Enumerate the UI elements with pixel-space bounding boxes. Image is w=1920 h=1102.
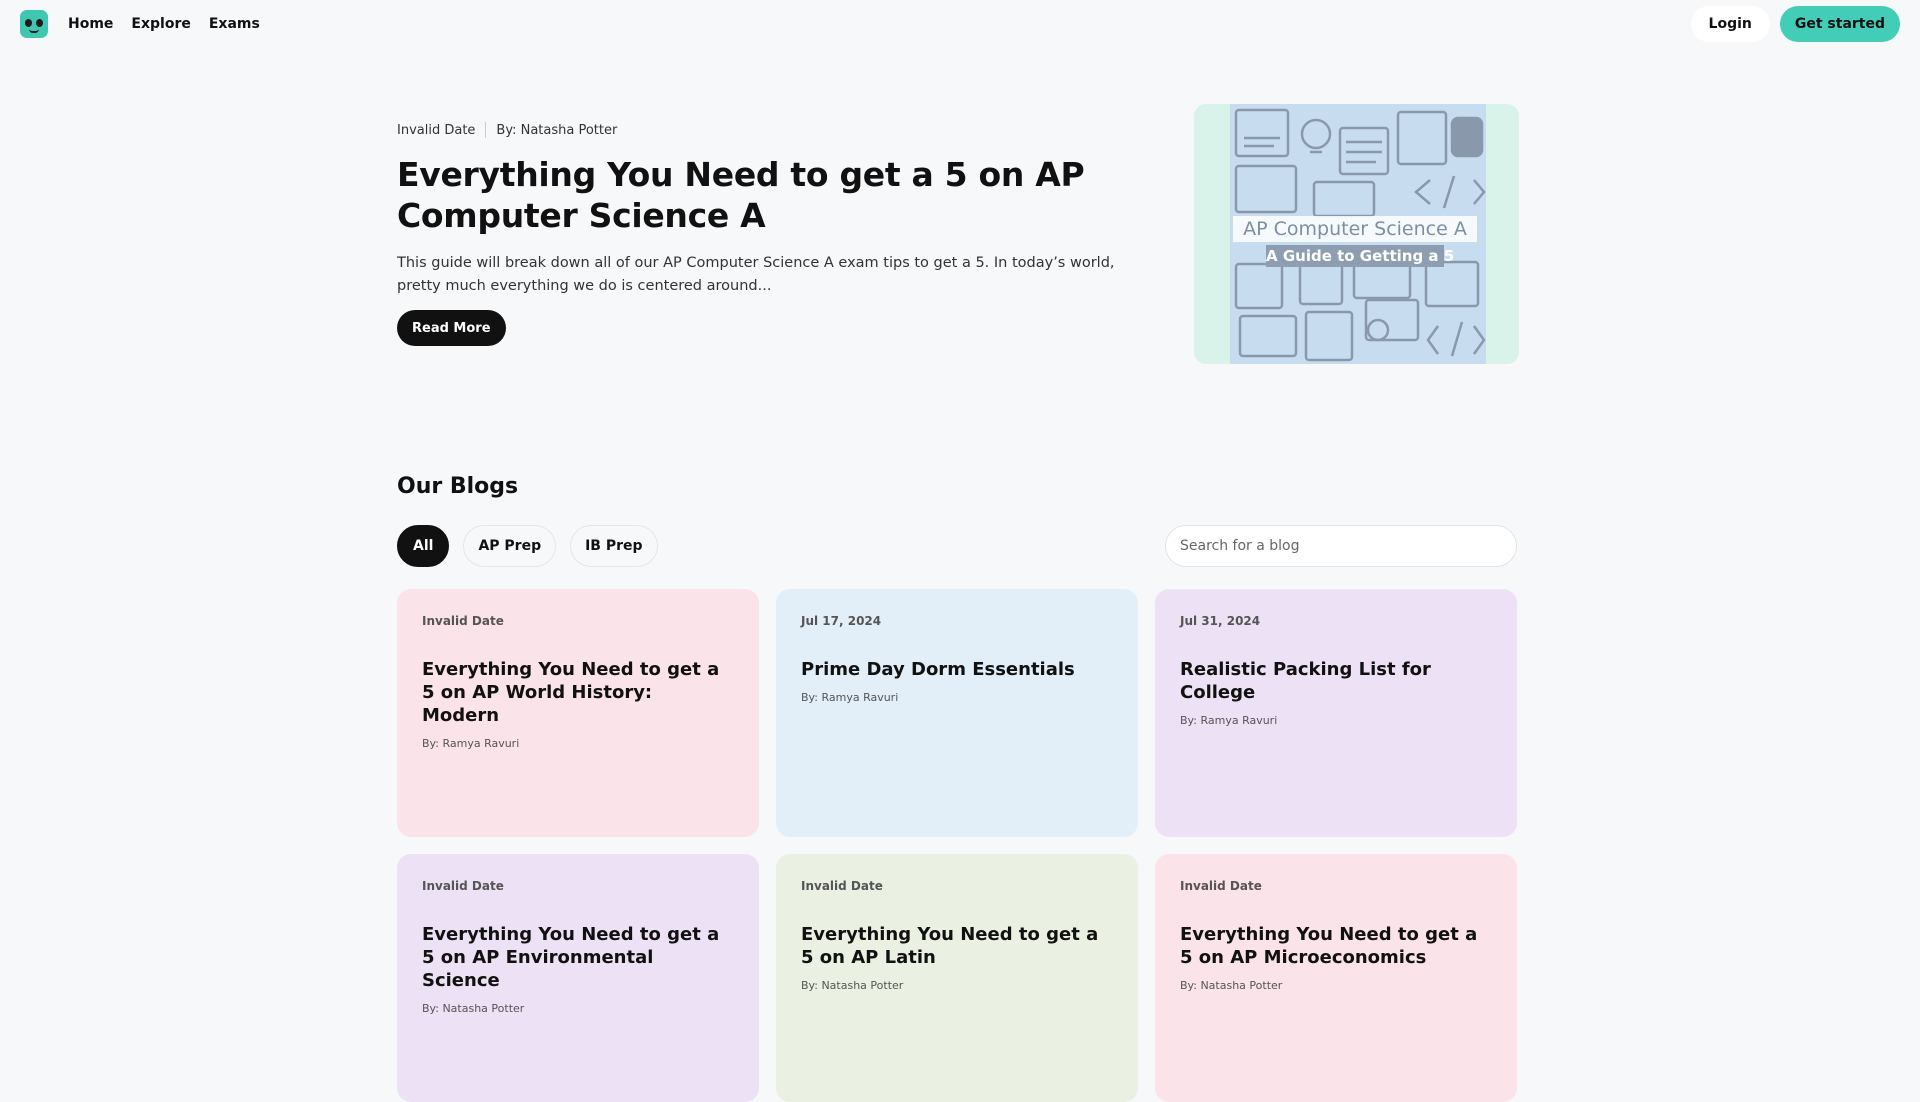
- blog-card-title: Everything You Need to get a 5 on AP Mic…: [1180, 924, 1478, 968]
- blog-card-author: By: Ramya Ravuri: [1180, 714, 1278, 727]
- blog-card[interactable]: Invalid Date Everything You Need to get …: [1155, 854, 1517, 1102]
- logo-eye-right: [36, 19, 43, 27]
- blog-card-title: Everything You Need to get a 5 on AP Env…: [422, 924, 720, 991]
- filter-ap-prep[interactable]: AP Prep: [463, 525, 557, 567]
- blog-card-date: Invalid Date: [422, 614, 504, 628]
- filter-all[interactable]: All: [397, 525, 450, 567]
- featured-post: Invalid Date By: Natasha Potter Everythi…: [397, 104, 1519, 364]
- get-started-button[interactable]: Get started: [1779, 6, 1900, 42]
- featured-post-description: This guide will break down all of our AP…: [397, 255, 1115, 294]
- meta-divider: [485, 122, 487, 138]
- blog-card[interactable]: Jul 17, 2024 Prime Day Dorm Essentials B…: [776, 589, 1138, 837]
- blog-card-author: By: Natasha Potter: [1180, 979, 1283, 992]
- blog-card-date: Invalid Date: [422, 879, 504, 893]
- logo-mouth: [29, 29, 39, 33]
- blog-card-title: Realistic Packing List for College: [1180, 659, 1431, 703]
- nav-left: Home Explore Exams: [20, 10, 260, 38]
- featured-image-subtitle: A Guide to Getting a 5: [1266, 245, 1455, 267]
- featured-post-meta: Invalid Date By: Natasha Potter: [397, 122, 617, 138]
- nav-link-explore[interactable]: Explore: [131, 16, 190, 32]
- blog-card[interactable]: Invalid Date Everything You Need to get …: [397, 854, 759, 1102]
- blog-card-author: By: Natasha Potter: [422, 1002, 525, 1015]
- blog-card[interactable]: Jul 31, 2024 Realistic Packing List for …: [1155, 589, 1517, 837]
- blog-card-author: By: Ramya Ravuri: [422, 737, 520, 750]
- login-button[interactable]: Login: [1690, 6, 1770, 42]
- blog-card-date: Invalid Date: [801, 879, 883, 893]
- blog-card-date: Jul 31, 2024: [1180, 614, 1261, 628]
- nav-right: Login Get started: [1690, 6, 1900, 42]
- top-nav: Home Explore Exams Login Get started: [0, 0, 1920, 48]
- read-more-button[interactable]: Read More: [397, 310, 506, 346]
- featured-post-image[interactable]: AP Computer Science A A Guide to Getting…: [1194, 104, 1519, 364]
- blog-card[interactable]: Invalid Date Everything You Need to get …: [397, 589, 759, 837]
- featured-post-author: By: Natasha Potter: [496, 122, 618, 138]
- blog-card[interactable]: Invalid Date Everything You Need to get …: [776, 854, 1138, 1102]
- blog-card-title: Prime Day Dorm Essentials: [801, 659, 1075, 680]
- blog-card-date: Jul 17, 2024: [801, 614, 882, 628]
- logo-eye-left: [25, 19, 32, 27]
- nav-link-exams[interactable]: Exams: [209, 16, 260, 32]
- blog-search-input[interactable]: [1165, 525, 1517, 567]
- featured-post-title[interactable]: Everything You Need to get a 5 on AP Com…: [397, 154, 1167, 236]
- nav-link-home[interactable]: Home: [68, 16, 113, 32]
- blog-card-title: Everything You Need to get a 5 on AP Wor…: [422, 659, 720, 726]
- featured-image-title: AP Computer Science A: [1233, 216, 1477, 242]
- filter-ib-prep[interactable]: IB Prep: [570, 525, 658, 567]
- blog-card-author: By: Natasha Potter: [801, 979, 904, 992]
- blog-card-author: By: Ramya Ravuri: [801, 691, 899, 704]
- blog-card-title: Everything You Need to get a 5 on AP Lat…: [801, 924, 1099, 968]
- featured-post-date: Invalid Date: [397, 122, 476, 138]
- logo-icon[interactable]: [20, 10, 48, 38]
- blogs-heading: Our Blogs: [397, 474, 519, 499]
- blog-filters: All AP Prep IB Prep: [397, 525, 658, 567]
- blog-card-date: Invalid Date: [1180, 879, 1262, 893]
